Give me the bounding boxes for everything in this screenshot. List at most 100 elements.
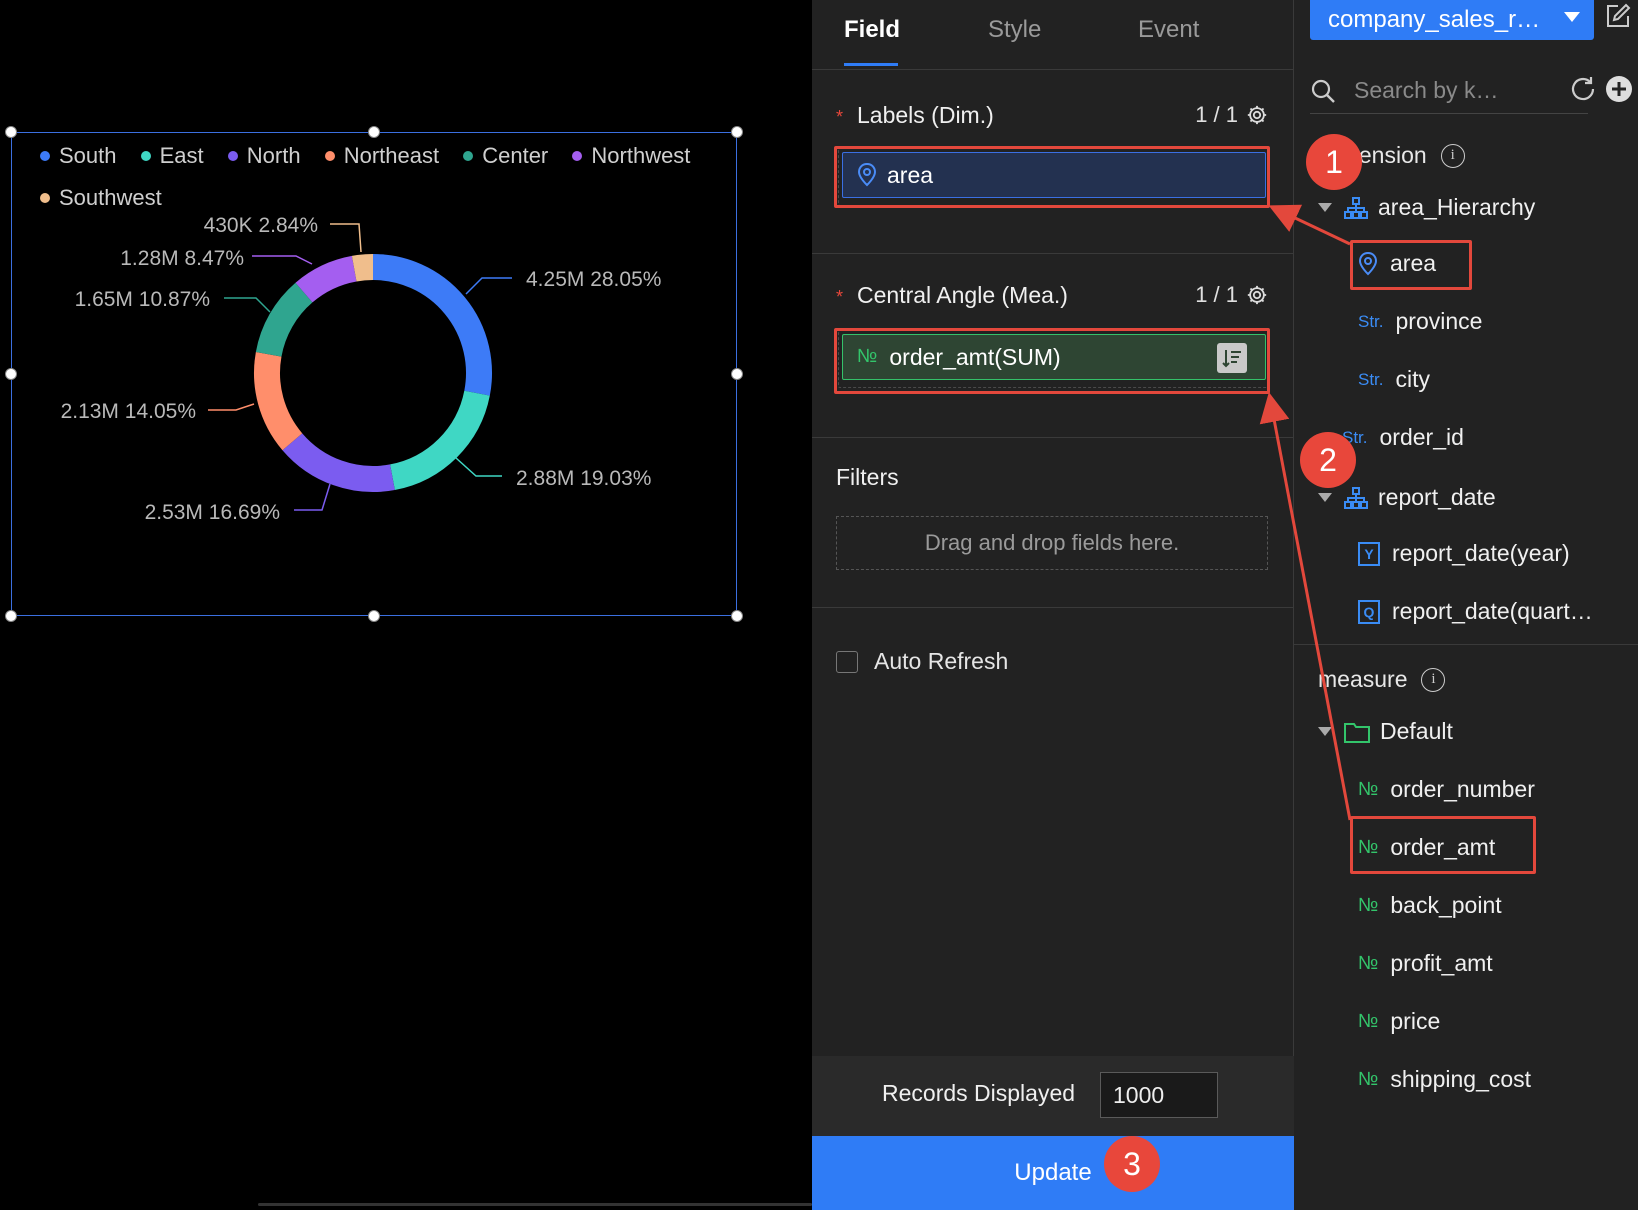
dataset-name: company_sales_r… [1328,6,1541,33]
tree-item-report-date-quarter[interactable]: Q report_date(quart… [1358,598,1593,625]
donut-slice-south[interactable] [372,254,492,396]
angle-field-name: order_amt(SUM) [889,343,1061,370]
leader-line-northwest [252,255,313,265]
tree-item-area[interactable]: area [1358,250,1436,277]
string-type-icon: Str. [1358,311,1384,331]
tree-item-order-number[interactable]: № order_number [1358,776,1535,803]
required-marker: * [836,287,844,307]
leader-line-northeast [208,403,255,411]
edit-icon[interactable] [1604,2,1632,30]
tree-item-label: area [1390,250,1437,276]
donut-slice-northwest[interactable] [295,255,357,303]
config-panel: Field Style Event * Labels (Dim.) 1 / 1 a… [812,0,1294,1210]
search-input[interactable] [1354,77,1564,104]
measure-header[interactable]: measure i [1318,666,1446,693]
tree-item-price[interactable]: № price [1358,1008,1440,1035]
filters-title: Filters [836,464,899,490]
refresh-icon[interactable] [1568,74,1598,104]
donut-slice-southwest[interactable] [351,254,374,282]
records-displayed-label: Records Displayed [882,1080,1076,1106]
leader-line-south [465,277,512,295]
tab-field[interactable]: Field [844,16,900,44]
tree-item-area-hierarchy[interactable]: area_Hierarchy [1318,194,1535,221]
donut-slice-north[interactable] [282,433,395,492]
expand-caret-icon[interactable] [1318,203,1332,212]
angle-field-chip[interactable]: № order_amt(SUM) [842,334,1266,380]
slice-label-center: 1.65M 10.87% [75,288,210,311]
location-pin-icon [1358,251,1378,275]
string-type-icon: Str. [1342,427,1368,447]
tree-item-report-date[interactable]: report_date [1318,484,1496,511]
auto-refresh-label: Auto Refresh [874,648,1009,674]
tree-item-province[interactable]: Str. province [1358,308,1482,335]
folder-icon [1344,722,1370,743]
slice-label-east: 2.88M 19.03% [516,467,651,490]
hierarchy-icon [1344,486,1368,509]
search-bar [1310,68,1588,114]
donut-slice-northeast[interactable] [254,352,303,451]
number-type-icon: № [857,346,878,367]
expand-caret-icon[interactable] [1318,493,1332,502]
calendar-quarter-icon: Q [1358,599,1380,624]
auto-refresh-toggle[interactable]: Auto Refresh [836,648,1008,675]
labels-counter: 1 / 1 [1195,102,1268,128]
records-displayed-row: Records Displayed [812,1056,1294,1136]
tree-item-label: shipping_cost [1390,1066,1532,1092]
gear-icon[interactable] [1246,284,1268,306]
leader-line-east [455,457,502,477]
hierarchy-icon [1344,196,1368,219]
tree-item-report-date-year[interactable]: Y report_date(year) [1358,540,1570,567]
tree-item-order-amt[interactable]: № order_amt [1358,834,1495,861]
sort-icon[interactable] [1217,343,1247,373]
active-tab-indicator [844,63,898,66]
tree-item-label: back_point [1390,892,1502,918]
donut-chart-svg: 4.25M 28.05% 2.88M 19.03% 2.53M 16.69% 2… [61,214,662,524]
labels-field-chip[interactable]: area [842,152,1266,198]
canvas-area: South East North Northeast Center Northw… [0,0,812,1210]
tree-item-label: price [1390,1008,1441,1034]
tree-item-label: city [1395,366,1431,392]
search-icon [1311,79,1335,103]
dataset-select[interactable]: company_sales_r… [1310,0,1594,40]
tree-item-label: order_number [1390,776,1535,802]
tree-item-label: area_Hierarchy [1378,194,1536,220]
string-type-icon: Str. [1358,369,1384,389]
info-icon[interactable]: i [1440,143,1465,168]
filters-placeholder: Drag and drop fields here. [924,530,1180,555]
donut-slice-center[interactable] [255,282,313,358]
tree-item-back-point[interactable]: № back_point [1358,892,1502,919]
tree-item-label: report_date(quart… [1392,598,1593,624]
labels-counter-text: 1 / 1 [1195,102,1238,127]
number-type-icon: № [1358,1068,1379,1090]
expand-caret-icon[interactable] [1318,727,1332,736]
location-pin-icon [857,163,877,187]
dimension-header[interactable]: Dimension i [1318,142,1465,169]
records-displayed-input[interactable] [1100,1072,1218,1118]
gear-icon[interactable] [1246,104,1268,126]
number-type-icon: № [1358,952,1379,974]
required-marker: * [836,107,844,127]
number-type-icon: № [1358,894,1379,916]
tab-style[interactable]: Style [988,16,1041,44]
add-icon[interactable] [1604,74,1634,104]
tree-item-order-id[interactable]: Str. order_id [1342,424,1464,451]
tree-item-default-folder[interactable]: Default [1318,718,1453,745]
canvas-scrollbar[interactable] [258,1203,812,1206]
chevron-down-icon [1564,12,1580,22]
tree-item-city[interactable]: Str. city [1358,366,1430,393]
labels-field-name: area [887,161,934,188]
filters-drop-zone[interactable]: Drag and drop fields here. [836,516,1268,570]
info-icon[interactable]: i [1421,667,1446,692]
calendar-year-icon: Y [1358,541,1380,566]
tree-item-profit-amt[interactable]: № profit_amt [1358,950,1493,977]
angle-title-text: Central Angle (Mea.) [857,282,1068,308]
update-button[interactable]: Update [812,1136,1294,1210]
tab-event[interactable]: Event [1138,16,1199,44]
dimension-header-text: Dimension [1318,142,1427,168]
tree-item-label: Default [1380,718,1453,744]
number-type-icon: № [1358,836,1379,858]
angle-counter-text: 1 / 1 [1195,282,1238,307]
number-type-icon: № [1358,778,1379,800]
tree-item-shipping-cost[interactable]: № shipping_cost [1358,1066,1531,1093]
auto-refresh-checkbox[interactable] [836,650,858,673]
